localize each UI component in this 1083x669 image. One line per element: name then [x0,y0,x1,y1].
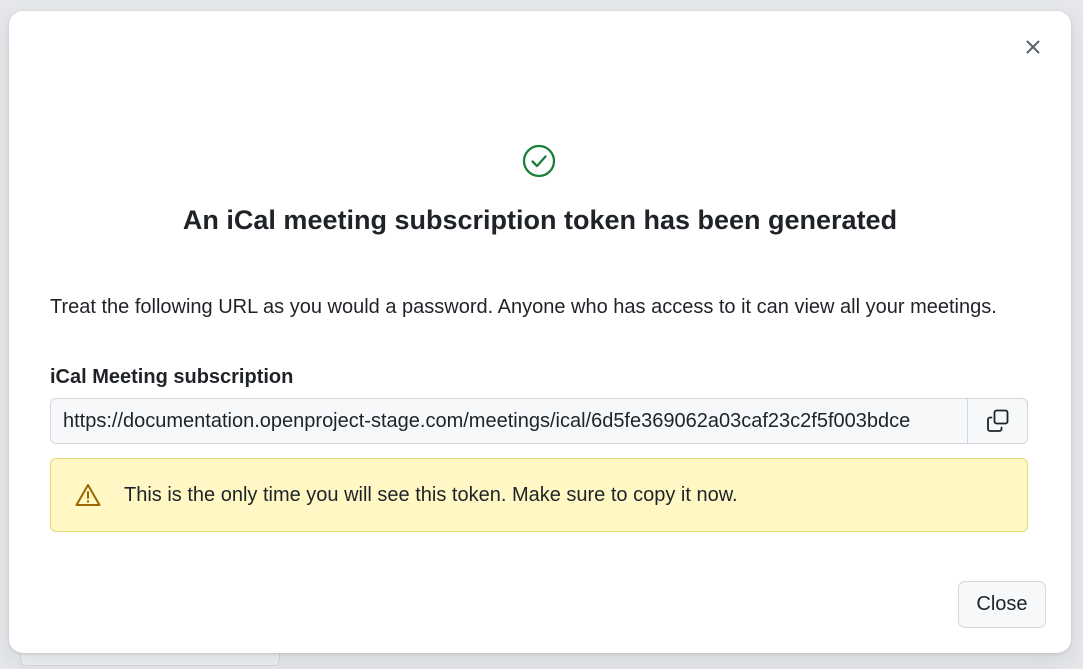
dialog-description: Treat the following URL as you would a p… [50,296,997,318]
url-input-group [50,398,1028,444]
close-icon [1026,40,1040,54]
warning-banner: This is the only time you will see this … [50,458,1028,532]
subscription-url-input[interactable] [50,398,967,444]
close-button[interactable]: Close [958,581,1046,628]
alert-triangle-icon [75,482,101,508]
copy-icon [986,409,1008,432]
field-label: iCal Meeting subscription [50,366,294,388]
dialog-title: An iCal meeting subscription token has b… [182,205,898,235]
warning-text: This is the only time you will see this … [124,483,738,506]
check-circle-icon [522,144,556,178]
close-dialog-button[interactable] [1021,35,1045,59]
copy-url-button[interactable] [967,398,1028,444]
token-generated-dialog: An iCal meeting subscription token has b… [9,11,1071,653]
